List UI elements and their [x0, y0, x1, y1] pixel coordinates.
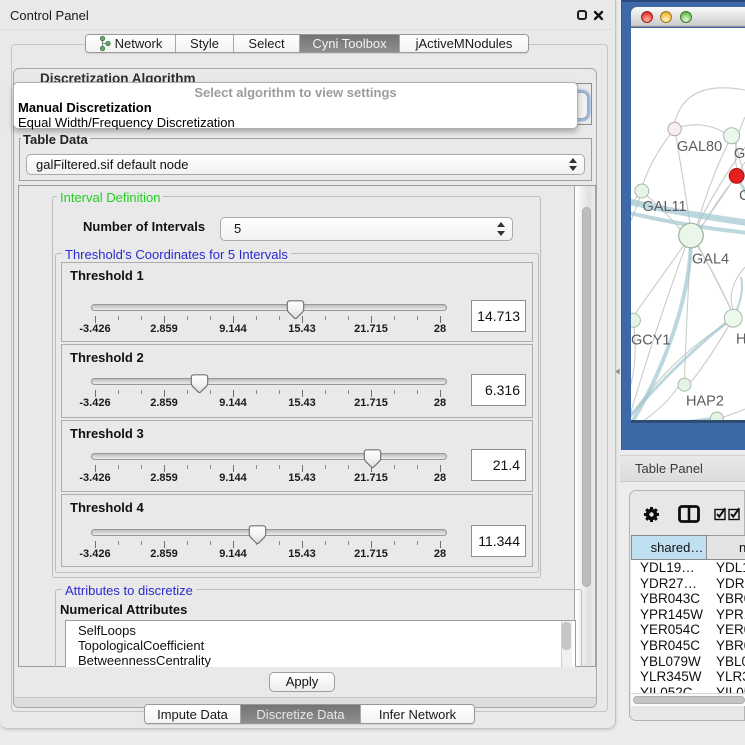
svg-text:HIS: HIS	[736, 332, 745, 348]
svg-text:GCY1: GCY1	[631, 333, 671, 349]
svg-text:GAL4: GAL4	[692, 251, 729, 267]
svg-text:GAL1: GAL1	[734, 146, 745, 162]
svg-text:GAL80: GAL80	[677, 139, 722, 155]
svg-text:CD: CD	[739, 188, 745, 204]
svg-text:GAL11: GAL11	[643, 199, 687, 215]
svg-text:HAP2: HAP2	[686, 394, 724, 410]
